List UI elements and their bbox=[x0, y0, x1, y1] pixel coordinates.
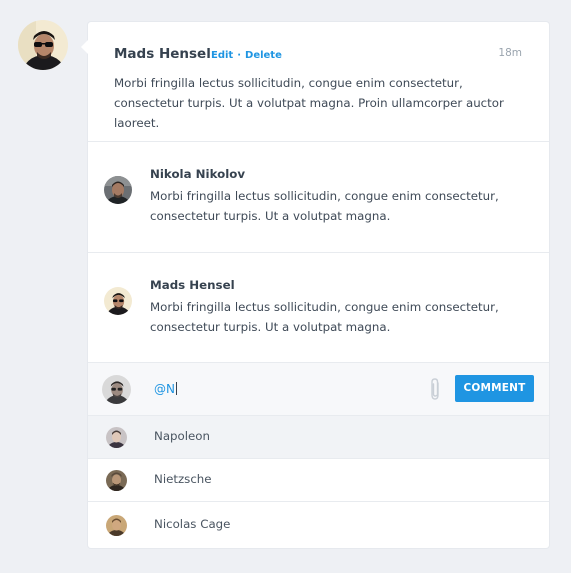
mention-suggestion[interactable]: Napoleon bbox=[88, 416, 549, 459]
suggestion-avatar bbox=[106, 427, 127, 448]
suggestion-avatar bbox=[106, 515, 127, 536]
comment-composer: @N COMMENT bbox=[88, 363, 549, 416]
comment-card: Mads Hensel Edit · Delete 18m Morbi fringi… bbox=[81, 22, 549, 548]
suggestion-name: Nicolas Cage bbox=[154, 517, 231, 531]
reply-item: Nikola Nikolov Morbi fringilla lectus so… bbox=[88, 142, 549, 253]
edit-link[interactable]: Edit bbox=[211, 50, 233, 61]
comment-timestamp: 18m bbox=[498, 47, 522, 59]
reply-item: Mads Hensel Morbi fringilla lectus solli… bbox=[88, 253, 549, 363]
reply-text: Morbi fringilla lectus sollicitudin, con… bbox=[150, 300, 499, 334]
main-comment-author[interactable]: Mads Hensel bbox=[114, 46, 211, 62]
main-comment: Mads Hensel Edit · Delete 18m Morbi fringi… bbox=[88, 22, 549, 142]
main-comment-text: Morbi fringilla lectus sollicitudin, con… bbox=[114, 76, 504, 130]
actions-separator: · bbox=[237, 50, 242, 61]
text-caret bbox=[175, 382, 177, 395]
mention-suggestion[interactable]: Nicolas Cage bbox=[88, 502, 549, 548]
comment-input-value: @N bbox=[154, 382, 175, 396]
reply-author-avatar[interactable] bbox=[104, 176, 132, 204]
reply-text: Morbi fringilla lectus sollicitudin, con… bbox=[150, 189, 499, 223]
reply-author[interactable]: Nikola Nikolov bbox=[150, 167, 245, 181]
suggestion-name: Napoleon bbox=[154, 429, 210, 443]
reply-author[interactable]: Mads Hensel bbox=[150, 278, 235, 292]
reply-author-avatar[interactable] bbox=[104, 287, 132, 315]
comment-button[interactable]: COMMENT bbox=[455, 375, 534, 402]
suggestion-avatar bbox=[106, 470, 127, 491]
main-comment-actions: Edit · Delete bbox=[211, 50, 282, 61]
main-author-avatar[interactable] bbox=[18, 20, 68, 70]
suggestion-name: Nietzsche bbox=[154, 472, 212, 486]
delete-link[interactable]: Delete bbox=[245, 50, 282, 61]
comment-input[interactable]: @N bbox=[154, 382, 177, 396]
current-user-avatar bbox=[102, 375, 131, 404]
mention-suggestion[interactable]: Nietzsche bbox=[88, 459, 549, 502]
paperclip-icon[interactable] bbox=[427, 376, 443, 402]
